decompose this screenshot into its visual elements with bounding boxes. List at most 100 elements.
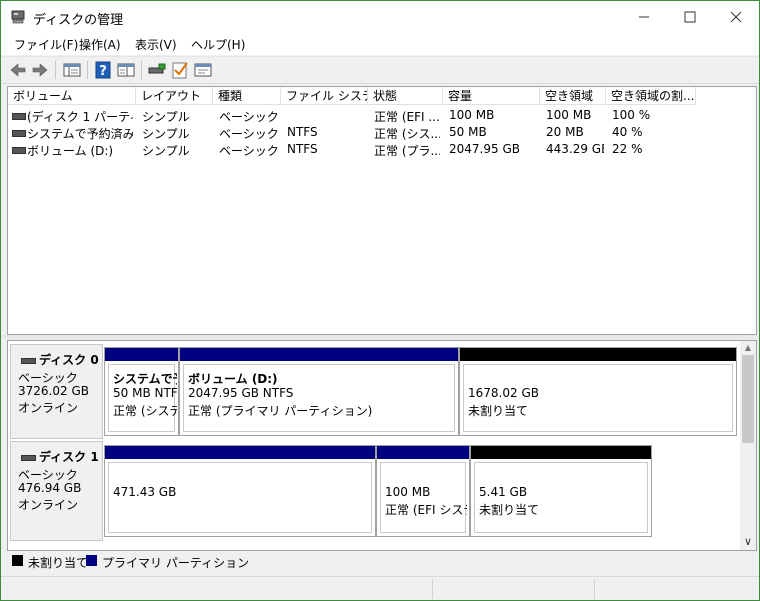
disk-0-size: 3726.02 GB [18, 384, 89, 398]
partition-name: ボリューム (D:) [188, 372, 278, 386]
cell-volume: (ディスク 1 パーティシ... [27, 110, 133, 124]
maximize-icon [684, 11, 696, 23]
partition-size: 2047.95 GB NTFS [188, 386, 294, 400]
partition-status: 正常 (プライマリ パーティション) [188, 404, 373, 418]
partition-efi-system[interactable]: 100 MB 正常 (EFI システ [376, 445, 470, 537]
menu-view[interactable]: 表示(V) [135, 36, 177, 53]
cell-layout: シンプル [142, 127, 190, 141]
cell-free-space: 443.29 GB [546, 142, 604, 156]
legend: 未割り当て プライマリ パーティション [7, 551, 755, 571]
column-header-status[interactable]: 状態 [368, 87, 443, 105]
cell-type: ベーシック [219, 127, 279, 141]
disk-management-app-icon [11, 10, 25, 24]
cell-volume: ボリューム (D:) [27, 144, 114, 158]
minimize-icon [639, 16, 649, 18]
partition-disk1-unallocated[interactable]: 5.41 GB 未割り当て [470, 445, 652, 537]
cell-free-space: 100 MB [546, 108, 592, 122]
primary-partition-bar [377, 446, 469, 459]
menu-bar: ファイル(F) 操作(A) 表示(V) ヘルプ(H) [1, 33, 759, 55]
disk-management-window: ディスクの管理 ファイル(F) 操作(A) 表示(V) ヘルプ(H) ? ボリュ… [0, 0, 760, 601]
connect-icon[interactable] [147, 60, 167, 80]
disk-1-status: オンライン [18, 498, 79, 512]
primary-partition-bar [180, 348, 458, 361]
partition-status: 正常 (EFI システ [385, 503, 467, 517]
partition-body: 100 MB 正常 (EFI システ [380, 462, 467, 533]
partition-body: 471.43 GB [108, 462, 372, 533]
svg-text:?: ? [99, 64, 107, 79]
scroll-down-button[interactable]: ∨ [740, 535, 756, 549]
menu-help[interactable]: ヘルプ(H) [191, 36, 245, 53]
menu-action[interactable]: 操作(A) [79, 36, 121, 53]
toolbar: ? [1, 56, 759, 84]
cell-status: 正常 (シス... [374, 127, 440, 141]
cell-capacity: 50 MB [449, 125, 487, 139]
menu-file[interactable]: ファイル(F) [14, 36, 78, 53]
pane-splitter[interactable] [1, 335, 759, 339]
primary-swatch [86, 555, 97, 566]
disk-0-label[interactable]: ディスク 0 ベーシック 3726.02 GB オンライン [10, 344, 103, 439]
partition-body: 1678.02 GB 未割り当て [463, 364, 733, 432]
partition-unallocated[interactable]: 1678.02 GB 未割り当て [459, 347, 737, 436]
partition-volume-d[interactable]: ボリューム (D:) 2047.95 GB NTFS 正常 (プライマリ パーテ… [179, 347, 459, 436]
cell-percent-free: 22 % [612, 142, 643, 156]
minimize-button[interactable] [621, 1, 667, 33]
cell-percent-free: 40 % [612, 125, 643, 139]
column-header-volume[interactable]: ボリューム [8, 87, 136, 105]
cell-layout: シンプル [142, 144, 190, 158]
volume-list[interactable]: ボリューム レイアウト 種類 ファイル システム 状態 容量 空き領域 空き領域… [7, 86, 757, 335]
toolbar-separator [87, 61, 88, 79]
properties-icon[interactable] [116, 60, 136, 80]
partition-body: システムで予 50 MB NTFS 正常 (システ [108, 364, 177, 432]
back-icon[interactable] [8, 60, 28, 80]
partition-disk1-primary[interactable]: 471.43 GB [104, 445, 376, 537]
help-icon[interactable]: ? [93, 60, 113, 80]
disk-0-name: ディスク 0 [21, 351, 99, 368]
disk-1-size: 476.94 GB [18, 481, 82, 495]
disk-icon [21, 357, 36, 364]
unallocated-swatch [12, 555, 23, 566]
disk-view-scrollbar[interactable]: ▲ ∨ [740, 341, 756, 550]
disk-icon [21, 454, 36, 461]
window-title: ディスクの管理 [33, 13, 124, 28]
partition-name: システムで予 [113, 372, 177, 386]
partition-size: 1678.02 GB [468, 386, 539, 400]
maximize-button[interactable] [667, 1, 713, 33]
legend-primary: プライマリ パーティション [102, 556, 250, 570]
volume-icon [12, 113, 26, 120]
disk-1-label[interactable]: ディスク 1 ベーシック 476.94 GB オンライン [10, 441, 103, 541]
partition-system-reserved[interactable]: システムで予 50 MB NTFS 正常 (システ [104, 347, 179, 436]
column-header-filesystem[interactable]: ファイル システム [281, 87, 368, 105]
status-bar [1, 576, 759, 600]
close-icon [730, 11, 742, 23]
console-tree-icon[interactable] [62, 60, 82, 80]
primary-partition-bar [105, 446, 375, 459]
forward-icon[interactable] [30, 60, 50, 80]
cell-filesystem: NTFS [287, 125, 318, 139]
cell-status: 正常 (EFI ... [374, 110, 440, 124]
partition-body: ボリューム (D:) 2047.95 GB NTFS 正常 (プライマリ パーテ… [183, 364, 455, 432]
status-divider [432, 579, 433, 599]
cell-layout: シンプル [142, 110, 190, 124]
primary-partition-bar [105, 348, 178, 361]
scroll-up-button[interactable]: ▲ [740, 341, 756, 355]
column-header-type[interactable]: 種類 [213, 87, 281, 105]
column-header-layout[interactable]: レイアウト [136, 87, 213, 105]
volume-icon [12, 147, 26, 154]
toolbar-separator [55, 61, 56, 79]
column-header-free-space[interactable]: 空き領域 [540, 87, 606, 105]
disk-layout-view: ディスク 0 ベーシック 3726.02 GB オンライン システムで予 50 … [7, 340, 757, 551]
volume-icon [12, 130, 26, 137]
close-button[interactable] [713, 1, 759, 33]
check-icon[interactable] [170, 60, 190, 80]
cell-free-space: 20 MB [546, 125, 584, 139]
column-header-capacity[interactable]: 容量 [443, 87, 540, 105]
cell-volume: システムで予約済み ... [27, 127, 133, 141]
cell-capacity: 100 MB [449, 108, 495, 122]
cell-filesystem: NTFS [287, 142, 318, 156]
cell-type: ベーシック [219, 110, 279, 124]
partition-status: 未割り当て [479, 503, 540, 517]
unallocated-bar [471, 446, 651, 459]
window-icon[interactable] [193, 60, 213, 80]
scroll-thumb[interactable] [742, 355, 754, 443]
column-header-percent-free[interactable]: 空き領域の割... [606, 87, 696, 105]
